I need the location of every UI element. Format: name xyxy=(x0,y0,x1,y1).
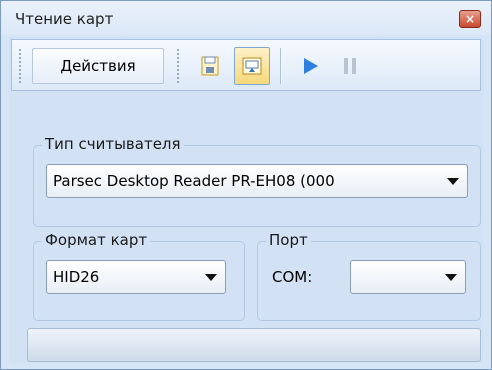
port-label: Порт xyxy=(266,231,311,249)
save-icon xyxy=(201,56,219,76)
reader-type-select[interactable]: Parsec Desktop Reader PR-EH08 (000 xyxy=(46,164,468,198)
pause-icon xyxy=(344,58,356,74)
reader-type-label: Тип считывателя xyxy=(42,135,184,153)
actions-label: Действия xyxy=(60,57,136,75)
card-format-select[interactable]: HID26 xyxy=(46,260,226,294)
window-title: Чтение карт xyxy=(15,10,114,28)
card-format-group: Формат карт HID26 xyxy=(33,231,245,321)
status-bar xyxy=(27,328,481,362)
card-format-value: HID26 xyxy=(53,268,100,286)
chevron-down-icon xyxy=(445,274,457,281)
read-card-icon xyxy=(242,57,262,75)
reader-type-group: Тип считывателя Parsec Desktop Reader PR… xyxy=(33,135,481,227)
save-button[interactable] xyxy=(192,47,228,85)
toolbar-grip-2[interactable] xyxy=(176,48,180,84)
title-bar[interactable]: Чтение карт × xyxy=(1,1,491,35)
com-label: COM: xyxy=(272,268,313,286)
close-button[interactable]: × xyxy=(459,10,481,28)
toolbar-grip[interactable] xyxy=(18,48,22,84)
play-icon xyxy=(304,58,318,74)
toolbar: Действия xyxy=(11,39,481,91)
com-port-select[interactable] xyxy=(350,260,466,294)
read-card-button[interactable] xyxy=(234,47,270,85)
card-reading-window: Чтение карт × Действия Тип считывателя P… xyxy=(0,0,492,370)
port-group: Порт COM: xyxy=(257,231,481,321)
actions-menu-button[interactable]: Действия xyxy=(32,48,164,84)
close-icon: × xyxy=(464,12,476,26)
client-area: Действия Тип считывателя Parsec Desktop … xyxy=(9,37,483,363)
start-button[interactable] xyxy=(292,47,328,85)
card-format-label: Формат карт xyxy=(42,231,151,249)
chevron-down-icon xyxy=(205,274,217,281)
chevron-down-icon xyxy=(447,178,459,185)
pause-button[interactable] xyxy=(332,47,368,85)
reader-type-value: Parsec Desktop Reader PR-EH08 (000 xyxy=(53,172,335,190)
toolbar-separator xyxy=(280,48,281,84)
